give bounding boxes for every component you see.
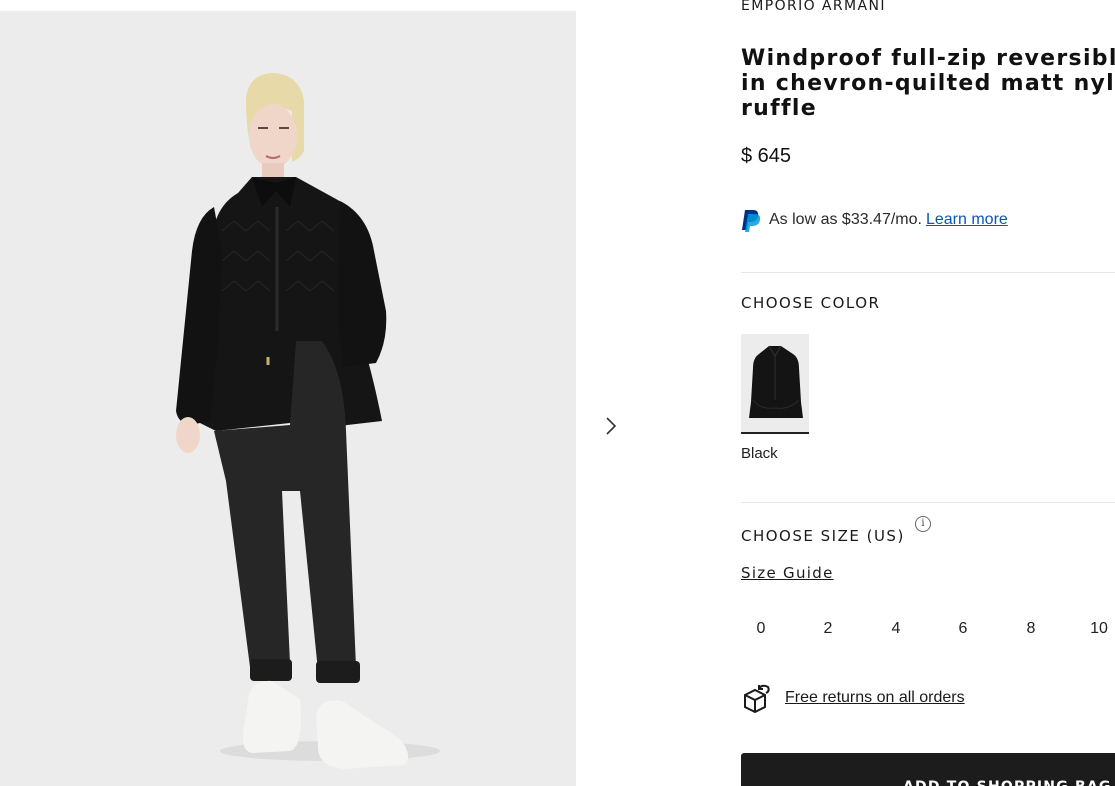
return-box-icon (744, 684, 770, 713)
model-illustration (176, 73, 440, 769)
size-option[interactable]: 6 (943, 617, 983, 641)
product-title-line-2: in chevron-quilted matt nyl (741, 71, 1115, 96)
size-option[interactable]: 8 (1011, 617, 1051, 641)
next-image-button[interactable] (598, 413, 624, 439)
size-option[interactable]: 10 (1079, 617, 1115, 641)
brand-name[interactable]: EMPORIO ARMANI (741, 0, 886, 14)
learn-more-link[interactable]: Learn more (926, 211, 1008, 229)
size-option[interactable]: 4 (876, 617, 916, 641)
choose-color-label: CHOOSE COLOR (741, 294, 881, 312)
divider (741, 272, 1115, 273)
size-option[interactable]: 0 (741, 617, 781, 641)
swatch-image (749, 345, 803, 418)
chevron-right-icon (606, 417, 617, 435)
size-options: 0 2 4 6 8 10 (741, 617, 1115, 641)
divider (741, 502, 1115, 503)
financing-text: As low as $33.47/mo. (769, 211, 922, 228)
product-title-line-1: Windproof full-zip reversibl (741, 46, 1115, 71)
add-to-bag-button[interactable]: ADD TO SHOPPING BAG (741, 753, 1115, 786)
product-title: Windproof full-zip reversibl in chevron-… (741, 46, 1115, 121)
paypal-financing: As low as $33.47/mo. Learn more (741, 208, 1008, 232)
product-image (0, 11, 576, 786)
color-swatch-black[interactable] (741, 334, 809, 434)
product-page: EMPORIO ARMANI Windproof full-zip revers… (0, 0, 1115, 786)
info-icon[interactable]: i (915, 516, 931, 532)
size-guide-link[interactable]: Size Guide (741, 564, 834, 582)
paypal-icon (742, 210, 761, 232)
product-price: $ 645 (741, 145, 792, 167)
size-option[interactable]: 2 (808, 617, 848, 641)
free-returns: Free returns on all orders (741, 682, 965, 714)
product-title-line-3: ruffle (741, 96, 817, 121)
choose-size-label: CHOOSE SIZE (US) (741, 527, 905, 545)
color-name: Black (741, 445, 778, 462)
free-returns-link[interactable]: Free returns on all orders (785, 689, 965, 707)
